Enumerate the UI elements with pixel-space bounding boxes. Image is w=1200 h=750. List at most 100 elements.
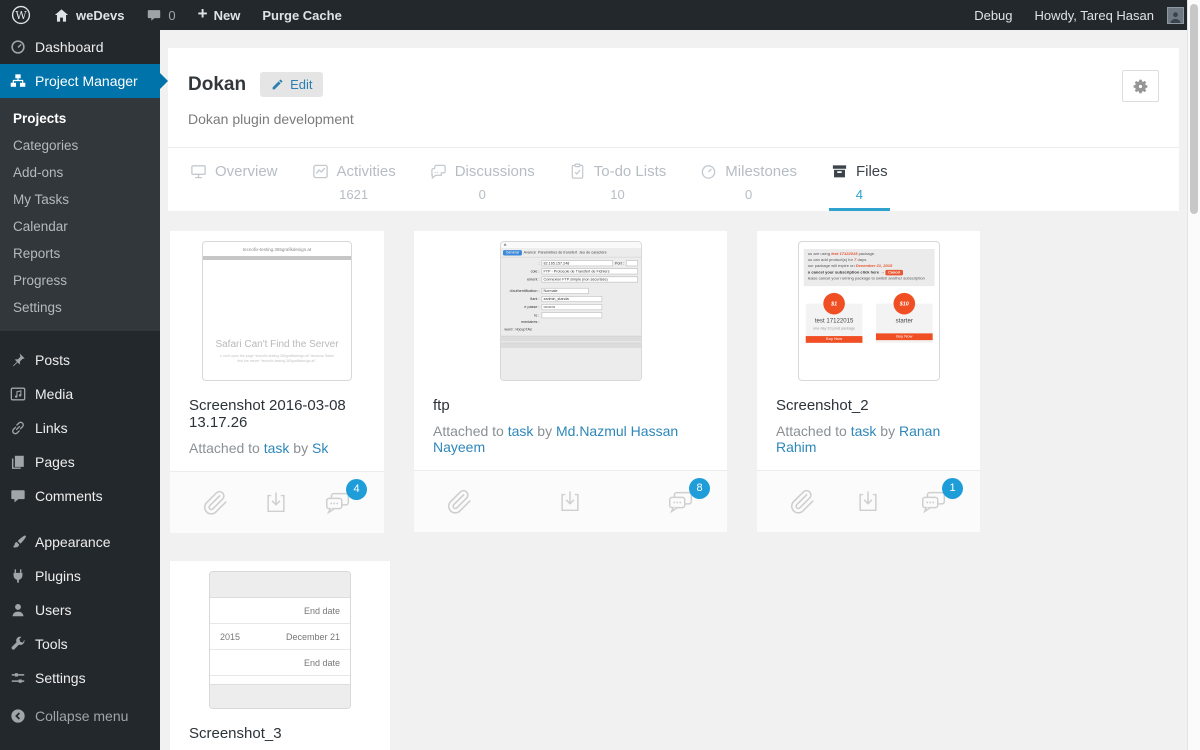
- discussion-bubbles-icon: [430, 164, 446, 180]
- sidebar-item-media[interactable]: Media: [0, 377, 160, 411]
- gear-icon: [1133, 79, 1148, 93]
- file-card: ou are using test 17122015 package. ou c…: [757, 231, 980, 532]
- site-name-menu[interactable]: weDevs: [42, 0, 135, 30]
- attachment-button[interactable]: [200, 488, 230, 518]
- account-menu[interactable]: Howdy, Tareq Hasan: [1024, 0, 1200, 30]
- sidebar-item-posts[interactable]: Posts: [0, 343, 160, 377]
- task-link[interactable]: task: [264, 440, 290, 456]
- howdy-label: Howdy, Tareq Hasan: [1034, 7, 1154, 23]
- tab-files[interactable]: Files 4: [828, 148, 890, 211]
- sidebar-item-dashboard[interactable]: Dashboard: [0, 30, 160, 64]
- comment-count-badge: 1: [942, 477, 963, 499]
- tab-todo-lists[interactable]: To-do Lists 10: [567, 148, 669, 211]
- sidebar-item-plugins[interactable]: Plugins: [0, 559, 160, 593]
- speech-bubble-icon: [11, 490, 25, 503]
- project-description: Dokan plugin development: [188, 111, 354, 127]
- pages-icon: [11, 455, 24, 469]
- project-settings-button[interactable]: [1122, 70, 1159, 102]
- debug-menu[interactable]: Debug: [963, 0, 1023, 30]
- submenu-item-projects[interactable]: Projects: [0, 105, 160, 132]
- file-thumbnail[interactable]: ou are using test 17122015 package. ou c…: [797, 241, 940, 381]
- submenu-item-calendar[interactable]: Calendar: [0, 213, 160, 240]
- milestone-compass-icon: [701, 165, 716, 179]
- file-attached-line: Attached to task by Md.Nazmul Hassan Nay…: [433, 423, 679, 455]
- sidebar-item-project-manager[interactable]: Project Manager: [0, 64, 168, 98]
- file-title: ftp: [433, 397, 450, 414]
- pushpin-icon: [12, 353, 25, 367]
- sliders-icon: [11, 673, 25, 683]
- download-button[interactable]: [556, 488, 584, 516]
- wordpress-logo-menu[interactable]: W: [0, 0, 42, 30]
- download-button[interactable]: [262, 489, 290, 517]
- attachment-button[interactable]: [444, 487, 474, 517]
- plug-icon: [13, 569, 23, 583]
- file-card-footer: 1: [757, 470, 980, 532]
- svg-text:W: W: [15, 9, 27, 22]
- purge-cache-menu[interactable]: Purge Cache: [251, 0, 352, 30]
- sidebar-item-settings[interactable]: Settings: [0, 661, 160, 695]
- attachment-button[interactable]: [787, 487, 817, 517]
- plus-icon: +: [197, 4, 208, 23]
- author-link[interactable]: Sk: [312, 440, 328, 456]
- paperclip-icon: [204, 490, 227, 515]
- paperclip-icon: [448, 489, 471, 514]
- collapse-arrow-icon: [11, 709, 25, 723]
- file-thumbnail[interactable]: End date 2015 December 21 End date: [209, 571, 351, 709]
- sidebar-item-comments[interactable]: Comments: [0, 479, 160, 513]
- tab-discussions[interactable]: Discussions 0: [428, 148, 537, 211]
- task-link[interactable]: task: [508, 423, 534, 439]
- file-title: Screenshot_3: [189, 725, 282, 742]
- comments-button[interactable]: 8: [665, 477, 710, 517]
- sidebar-item-tools[interactable]: Tools: [0, 627, 160, 661]
- task-link[interactable]: task: [851, 423, 877, 439]
- files-archive-icon: [832, 165, 847, 178]
- sidebar-item-links[interactable]: Links: [0, 411, 160, 445]
- file-title: Screenshot 2016-03-08 13.17.26: [189, 397, 346, 431]
- submenu-item-my-tasks[interactable]: My Tasks: [0, 186, 160, 213]
- package-card: $1 test 17122015 one day 10 prod package…: [805, 292, 862, 343]
- paperclip-icon: [791, 489, 814, 514]
- tab-milestones[interactable]: Milestones 0: [698, 148, 799, 211]
- scrollbar-thumb[interactable]: [1190, 4, 1198, 214]
- download-icon: [560, 491, 579, 511]
- submenu-item-settings[interactable]: Settings: [0, 294, 160, 321]
- submenu-item-reports[interactable]: Reports: [0, 240, 160, 267]
- file-card-footer: 4: [170, 471, 384, 533]
- submenu-item-addons[interactable]: Add-ons: [0, 159, 160, 186]
- sidebar-item-pages[interactable]: Pages: [0, 445, 160, 479]
- download-icon: [267, 492, 285, 512]
- file-thumbnail[interactable]: tt. Général Avancé Paramètres de transfe…: [499, 241, 642, 381]
- file-thumbnail[interactable]: tecnofix-testing.365grafikdesign.at Safa…: [202, 241, 352, 381]
- new-menu[interactable]: + New: [187, 0, 252, 30]
- submenu-item-categories[interactable]: Categories: [0, 132, 160, 159]
- tab-overview[interactable]: Overview: [188, 148, 280, 211]
- home-icon: [54, 8, 69, 22]
- sidebar-item-users[interactable]: Users: [0, 593, 160, 627]
- project-manager-icon: [10, 74, 26, 87]
- package-card: $10 starter Buy Now: [875, 292, 933, 343]
- main-content: Dokan Edit Dokan plugin development Over…: [160, 30, 1187, 750]
- sidebar: Dashboard Project Manager Projects Categ…: [0, 30, 168, 750]
- files-grid: tecnofix-testing.365grafikdesign.at Safa…: [170, 231, 1179, 533]
- wrench-icon: [11, 636, 25, 650]
- project-manager-submenu: Projects Categories Add-ons My Tasks Cal…: [0, 98, 160, 331]
- comment-count: 0: [168, 7, 176, 23]
- media-icon: [10, 387, 26, 401]
- comments-button[interactable]: 4: [322, 478, 367, 518]
- clipboard-icon: [571, 163, 584, 179]
- activity-chart-icon: [312, 164, 328, 179]
- comments-menu[interactable]: 0: [135, 0, 186, 30]
- page-scrollbar[interactable]: [1187, 0, 1200, 750]
- file-card: tt. Général Avancé Paramètres de transfe…: [414, 231, 727, 532]
- project-tabs: Overview Activities 1621 Discussions 0 T…: [168, 147, 1179, 211]
- download-icon: [858, 491, 877, 511]
- chain-link-icon: [12, 421, 24, 435]
- download-button[interactable]: [854, 488, 882, 516]
- comment-count-badge: 8: [689, 477, 710, 499]
- comments-button[interactable]: 1: [918, 477, 963, 517]
- sidebar-item-appearance[interactable]: Appearance: [0, 525, 160, 559]
- submenu-item-progress[interactable]: Progress: [0, 267, 160, 294]
- tab-activities[interactable]: Activities 1621: [310, 148, 398, 211]
- edit-project-button[interactable]: Edit: [260, 72, 324, 97]
- collapse-menu-button[interactable]: Collapse menu: [0, 699, 160, 733]
